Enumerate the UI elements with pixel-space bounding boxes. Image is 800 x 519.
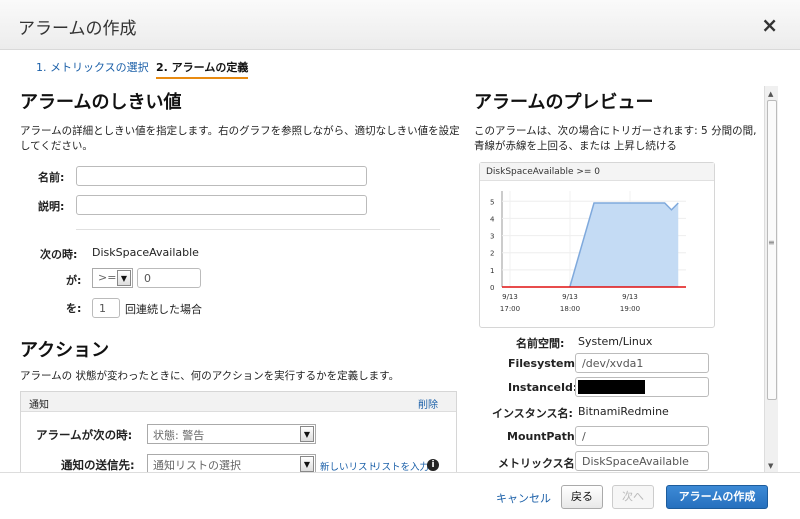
preview-section: アラームのプレビュー このアラームは、次の場合にトリガーされます: 5 分間の間… (474, 88, 764, 154)
metric-name-label: メトリックス名: (498, 457, 580, 470)
x-tick-label: 9/13 (622, 293, 638, 301)
instanceid-label: InstanceId: (508, 381, 578, 394)
x-tick-label: 9/13 (502, 293, 518, 301)
name-input[interactable] (76, 166, 367, 186)
actions-heading: アクション (20, 340, 110, 361)
delete-link[interactable]: 削除 (418, 396, 438, 411)
chevron-down-icon: ▼ (300, 426, 314, 442)
grip-icon: ≡ (768, 238, 775, 247)
description-input[interactable] (76, 195, 367, 215)
dialog-title: アラームの作成 (18, 19, 137, 39)
series-area (569, 203, 679, 287)
next-button[interactable]: 次へ (612, 485, 654, 509)
x-tick-label: 17:00 (500, 305, 520, 313)
chart-plot: 0 1 2 3 4 5 9/13 17:00 9/13 18:00 9/13 19:00 (490, 191, 686, 313)
back-button[interactable]: 戻る (561, 485, 603, 509)
periods-input[interactable] (92, 298, 120, 318)
scrollbar-thumb[interactable] (767, 100, 777, 400)
chart-title: DiskSpaceAvailable >= 0 (480, 163, 714, 181)
when-label: 次の時: (40, 248, 78, 261)
y-tick-label: 3 (490, 233, 494, 241)
filesystem-input[interactable] (575, 353, 709, 373)
actions-description: アラームの 状態が変わったときに、何のアクションを実行するかを定義します。 (20, 370, 400, 382)
send-to-select[interactable]: 通知リストの選択 ▼ (147, 454, 316, 474)
operator-select[interactable]: >= ▼ (92, 268, 133, 288)
mountpath-input[interactable] (575, 426, 709, 446)
step-define-alarm[interactable]: 2. アラームの定義 (156, 59, 249, 79)
threshold-section: アラームのしきい値 アラームの詳細としきい値を指定します。右のグラフを参照しなが… (20, 88, 460, 154)
send-to-value: 通知リストの選択 (153, 459, 241, 472)
y-tick-label: 0 (490, 284, 494, 292)
create-alarm-button[interactable]: アラームの作成 (666, 485, 768, 509)
when-metric-value: DiskSpaceAvailable (92, 246, 199, 259)
alarm-state-select[interactable]: 状態: 警告 ▼ (147, 424, 316, 444)
x-tick-label: 9/13 (562, 293, 578, 301)
filesystem-label: Filesystem: (508, 357, 580, 370)
description-label: 説明: (38, 200, 65, 213)
instance-name-label: インスタンス名: (492, 407, 573, 420)
is-label: が: (66, 274, 82, 287)
periods-suffix: 回連続した場合 (125, 303, 202, 316)
new-list-link[interactable]: 新しいリスト (320, 459, 377, 473)
threshold-heading: アラームのしきい値 (20, 92, 182, 113)
namespace-value: System/Linux (578, 335, 653, 348)
alarm-state-label: アラームが次の時: (36, 428, 133, 442)
info-icon[interactable]: i (427, 459, 439, 471)
send-to-label: 通知の送信先: (61, 458, 135, 472)
threshold-input[interactable] (137, 268, 201, 288)
y-tick-label: 1 (490, 267, 494, 275)
scroll-up-icon[interactable]: ▲ (768, 90, 773, 98)
chevron-down-icon: ▼ (300, 456, 314, 472)
y-tick-label: 2 (490, 250, 494, 258)
name-label: 名前: (38, 171, 65, 184)
preview-heading: アラームのプレビュー (474, 92, 654, 113)
cancel-link[interactable]: キャンセル (496, 490, 551, 506)
threshold-description: アラームの詳細としきい値を指定します。右のグラフを参照しながら、適切なしきい値を… (20, 125, 460, 152)
step-select-metrics[interactable]: 1. メトリックスの選択 (36, 59, 149, 75)
y-tick-label: 5 (490, 198, 494, 206)
dialog-header: アラームの作成 × (0, 0, 800, 50)
preview-chart: DiskSpaceAvailable >= 0 0 1 2 3 4 5 9/13 17:00 9… (479, 162, 715, 328)
instance-name-value: BitnamiRedmine (578, 405, 669, 418)
instanceid-input[interactable] (575, 377, 709, 397)
y-tick-label: 4 (490, 215, 495, 223)
mountpath-label: MountPath: (507, 430, 580, 443)
x-tick-label: 18:00 (560, 305, 580, 313)
notification-panel-title: 通知 (29, 400, 49, 411)
chevron-down-icon: ▼ (117, 270, 131, 286)
redacted-block (578, 380, 645, 394)
operator-value: >= (98, 271, 117, 284)
alarm-state-value: 状態: 警告 (153, 429, 205, 442)
scroll-down-icon[interactable]: ▼ (768, 462, 773, 470)
close-icon[interactable]: × (761, 13, 778, 37)
for-label: を: (66, 302, 82, 315)
metric-name-input[interactable] (575, 451, 709, 471)
namespace-label: 名前空間: (516, 337, 565, 350)
divider (76, 229, 440, 230)
notification-panel-header: 通知 削除 (21, 392, 456, 412)
preview-description: このアラームは、次の場合にトリガーされます: 5 分間の間, 青線が赤線を上回る… (474, 125, 757, 152)
dialog-footer: キャンセル 戻る 次へ アラームの作成 (0, 472, 800, 519)
enter-list-link[interactable]: リストを入力 (372, 459, 429, 473)
x-tick-label: 19:00 (620, 305, 640, 313)
scrollbar[interactable]: ▲ ≡ ▼ (764, 86, 778, 472)
